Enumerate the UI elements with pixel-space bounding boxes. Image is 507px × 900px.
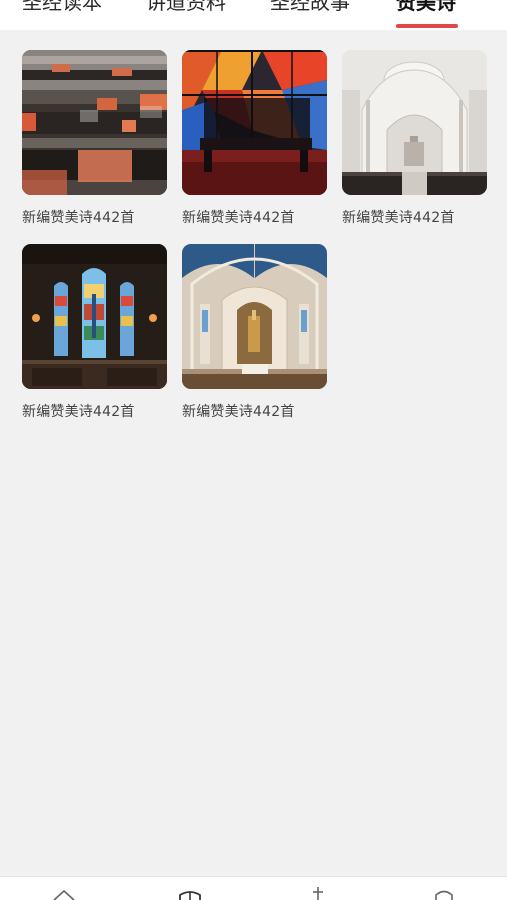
tab-bible-reader[interactable]: 圣经读本 xyxy=(22,0,102,15)
hymn-card[interactable]: 新编赞美诗442首 xyxy=(342,50,487,227)
stained-glass-windows-image[interactable] xyxy=(22,244,167,389)
hymn-card[interactable]: 新编赞美诗442首 xyxy=(182,244,327,421)
tab-sermon-materials[interactable]: 讲道资料 xyxy=(146,0,226,15)
top-tab-bar: 圣经读本 讲道资料 圣经故事 赞美诗 xyxy=(0,0,507,30)
hymn-card[interactable]: 新编赞美诗442首 xyxy=(22,244,167,421)
cross-icon[interactable] xyxy=(306,887,330,900)
hymn-title: 新编赞美诗442首 xyxy=(22,404,135,420)
hymn-title: 新编赞美诗442首 xyxy=(182,404,295,420)
hymn-card[interactable]: 新编赞美诗442首 xyxy=(182,50,327,227)
gothic-altar-image[interactable] xyxy=(182,244,327,389)
active-tab-indicator xyxy=(396,24,458,28)
home-icon[interactable] xyxy=(52,887,76,900)
hymn-title: 新编赞美诗442首 xyxy=(342,210,455,226)
white-cathedral-image[interactable] xyxy=(342,50,487,195)
church-pews-image[interactable] xyxy=(22,50,167,195)
book-icon[interactable] xyxy=(178,887,202,900)
profile-icon[interactable] xyxy=(432,887,456,900)
tab-bible-stories[interactable]: 圣经故事 xyxy=(270,0,350,15)
stained-glass-bench-image[interactable] xyxy=(182,50,327,195)
hymn-card[interactable]: 新编赞美诗442首 xyxy=(22,50,167,227)
hymn-title: 新编赞美诗442首 xyxy=(22,210,135,226)
hymn-title: 新编赞美诗442首 xyxy=(182,210,295,226)
tab-hymns[interactable]: 赞美诗 xyxy=(396,0,456,15)
bottom-nav xyxy=(0,876,507,900)
